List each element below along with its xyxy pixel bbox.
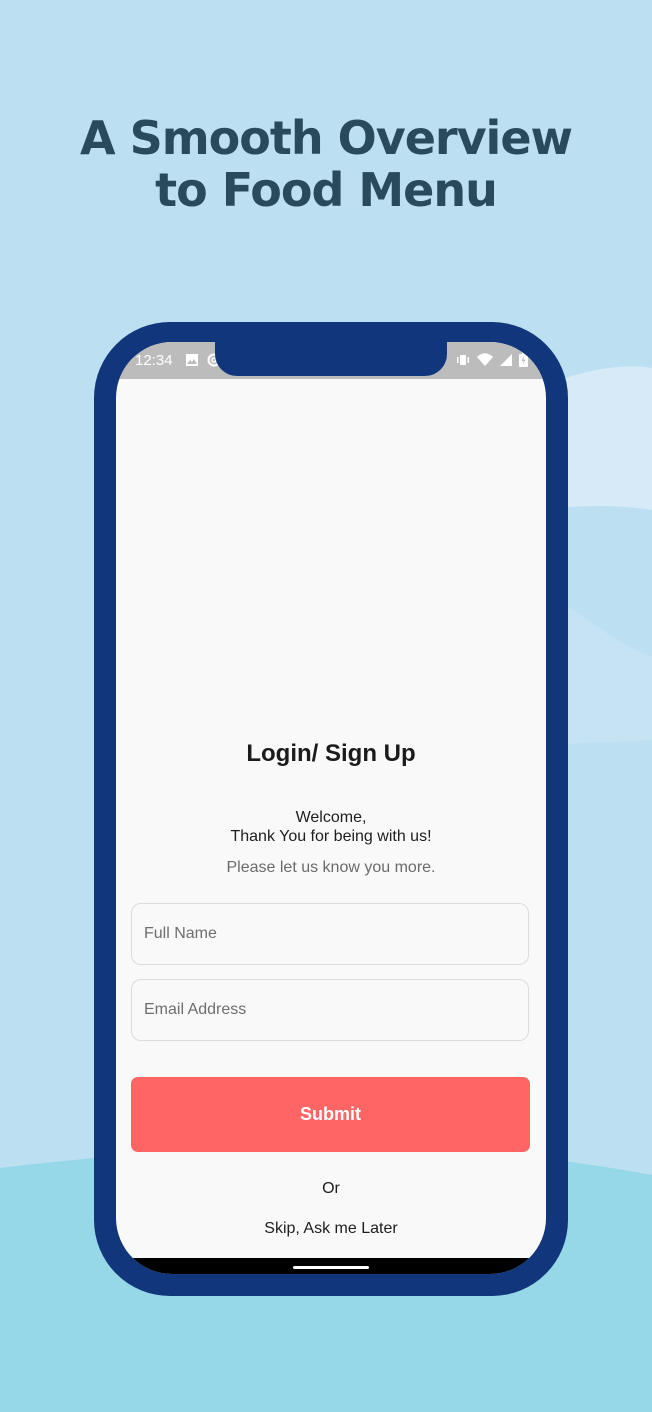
full-name-input[interactable] — [131, 903, 529, 965]
skip-link[interactable]: Skip, Ask me Later — [116, 1220, 546, 1238]
welcome-line-2: Thank You for being with us! — [230, 828, 432, 845]
signal-icon — [500, 353, 512, 366]
page-title: Login/ Sign Up — [246, 740, 416, 767]
status-time: 12:34 — [135, 352, 173, 369]
camera-notch — [215, 342, 447, 376]
phone-screen: 12:34 Login/ Sign Up Welcome, Thank You … — [116, 342, 546, 1274]
headline: A Smooth Overview to Food Menu — [0, 112, 652, 216]
headline-line-1: A Smooth Overview — [79, 111, 573, 165]
home-indicator[interactable] — [293, 1266, 369, 1269]
or-divider-label: Or — [322, 1180, 340, 1197]
headline-line-2: to Food Menu — [155, 163, 498, 217]
welcome-message: Welcome, Thank You for being with us! — [116, 808, 546, 846]
image-icon — [186, 354, 198, 366]
email-address-input[interactable] — [131, 979, 529, 1041]
info-prompt: Please let us know you more. — [226, 859, 436, 876]
submit-button[interactable]: Submit — [131, 1077, 530, 1152]
battery-icon — [519, 352, 528, 367]
status-icons-right — [455, 352, 528, 367]
welcome-line-1: Welcome, — [295, 809, 367, 826]
wifi-icon — [477, 352, 493, 366]
vibrate-icon — [457, 354, 469, 365]
navigation-bar — [116, 1258, 546, 1274]
